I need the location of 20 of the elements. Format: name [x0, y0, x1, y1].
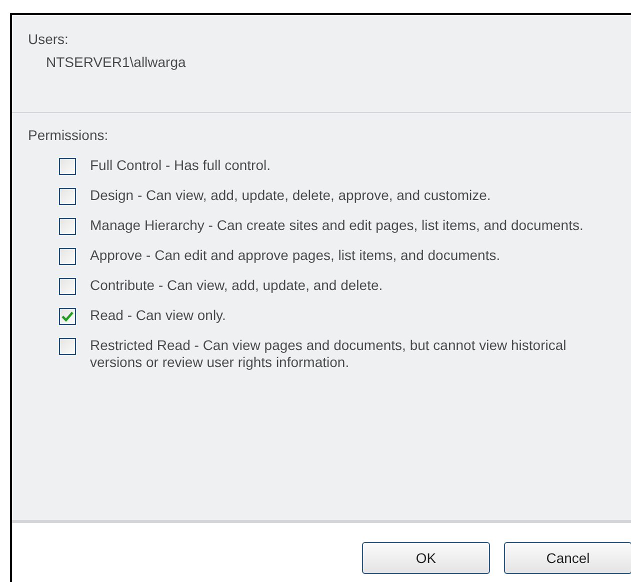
permission-label: Read - Can view only.	[90, 307, 227, 324]
checkbox[interactable]	[59, 218, 76, 235]
permission-label: Approve - Can edit and approve pages, list items, and documents.	[90, 247, 502, 264]
checkbox[interactable]	[59, 308, 76, 325]
user-name: NTSERVER1\allwarga	[46, 54, 187, 70]
permission-label: Manage Hierarchy - Can create sites and edit pages, list items, and documents.	[90, 217, 584, 234]
permission-label: Restricted Read - Can view pages and documents, but cannot view historical versions or review user rights information.	[90, 337, 568, 371]
checkbox[interactable]	[59, 188, 76, 205]
checkbox[interactable]	[59, 278, 76, 295]
checkbox[interactable]	[59, 338, 76, 355]
cancel-button[interactable]: Cancel	[504, 542, 631, 574]
permission-label: Full Control - Has full control.	[90, 157, 272, 174]
ok-button[interactable]: OK	[362, 542, 490, 574]
permissions-label: Permissions:	[28, 127, 108, 143]
check-icon	[61, 311, 74, 322]
permission-label: Contribute - Can view, add, update, and delete.	[90, 277, 384, 294]
checkbox[interactable]	[59, 248, 76, 265]
permission-label: Design - Can view, add, update, delete, approve, and customize.	[90, 187, 492, 204]
checkbox[interactable]	[59, 158, 76, 175]
users-label: Users:	[28, 31, 68, 47]
